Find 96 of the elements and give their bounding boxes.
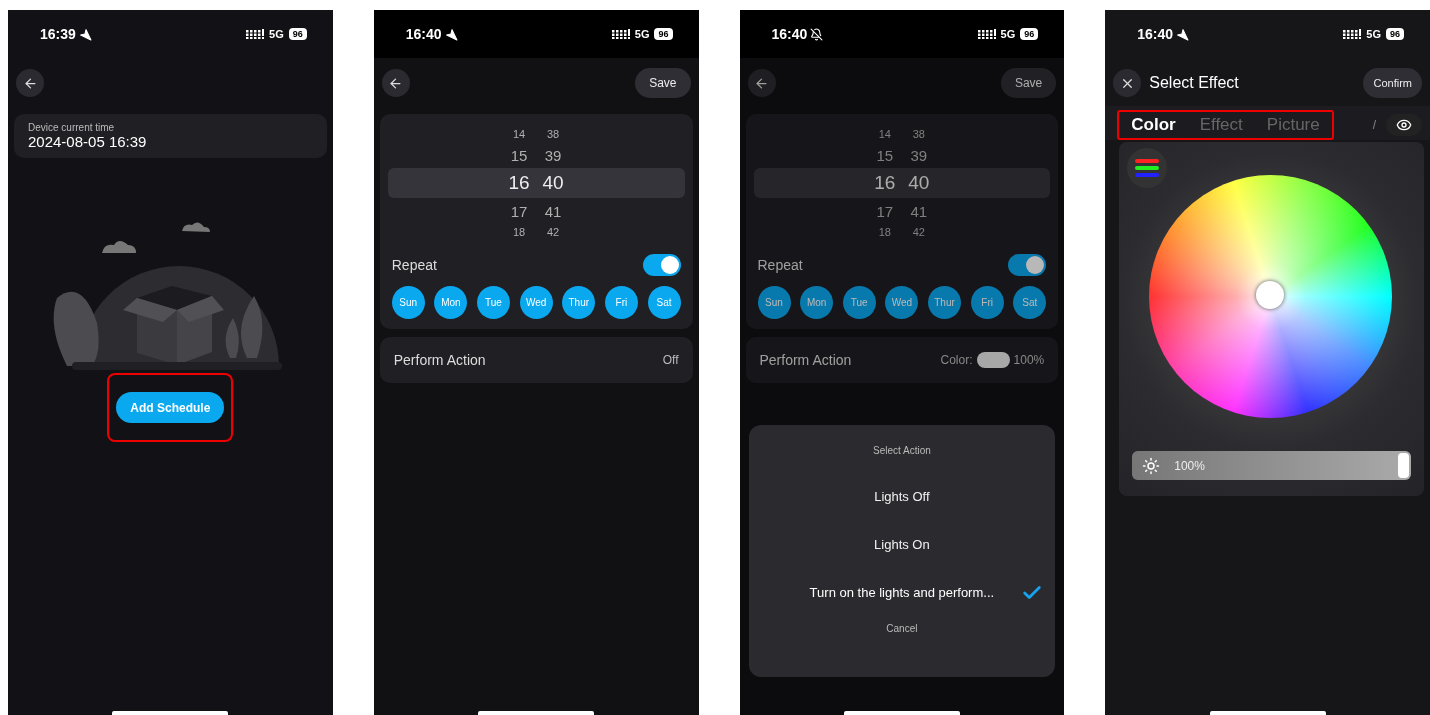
hour-option[interactable]: 14 xyxy=(873,128,896,140)
hour-option[interactable]: 18 xyxy=(508,226,531,238)
back-button[interactable] xyxy=(16,69,44,97)
action-option[interactable]: Lights Off xyxy=(748,472,1056,520)
device-time-label: Device current time xyxy=(28,122,116,133)
sheet-title: Select Action xyxy=(872,445,931,456)
hour-option[interactable]: 17 xyxy=(873,202,896,220)
color-picker-handle[interactable] xyxy=(1256,281,1285,309)
action-value: Off xyxy=(662,353,679,367)
rgb-mode-icon[interactable] xyxy=(1127,148,1168,188)
signal-icon xyxy=(611,29,630,39)
perform-action-label: Perform Action xyxy=(393,352,486,368)
hour-option[interactable]: 16 xyxy=(508,172,531,194)
location-arrow-icon xyxy=(444,27,458,41)
minute-option[interactable]: 39 xyxy=(907,146,930,164)
day-button[interactable]: Tue xyxy=(842,286,876,319)
battery-level: 96 xyxy=(654,28,673,40)
minute-option[interactable]: 39 xyxy=(542,146,565,164)
perform-action-row[interactable]: Perform Action Color: 100% xyxy=(745,337,1059,383)
day-button[interactable]: Sat xyxy=(1013,286,1047,319)
day-button[interactable]: Fri xyxy=(604,286,638,319)
status-time: 16:40 xyxy=(1137,26,1174,42)
network-label: 5G xyxy=(1000,28,1016,40)
brightness-slider[interactable]: 100% xyxy=(1132,451,1411,480)
signal-icon xyxy=(1343,29,1362,39)
day-button[interactable]: Sat xyxy=(647,286,681,319)
repeat-label: Repeat xyxy=(391,257,437,273)
cancel-button[interactable]: Cancel xyxy=(880,622,924,635)
day-button[interactable]: Mon xyxy=(434,286,468,319)
device-time-value: 2024-08-05 16:39 xyxy=(28,133,148,150)
minute-option[interactable]: 42 xyxy=(542,226,565,238)
minute-option[interactable]: 40 xyxy=(907,172,930,194)
status-time: 16:40 xyxy=(405,26,442,42)
hour-option[interactable]: 16 xyxy=(873,172,896,194)
effect-tab[interactable]: Effect xyxy=(1199,115,1243,135)
minute-option[interactable]: 40 xyxy=(542,172,565,194)
day-button[interactable]: Thur xyxy=(928,286,961,319)
repeat-label: Repeat xyxy=(757,257,803,273)
slider-thumb[interactable] xyxy=(1398,453,1409,478)
day-button[interactable]: Thur xyxy=(562,286,596,319)
action-option[interactable]: Lights On xyxy=(748,520,1056,568)
minute-option[interactable]: 42 xyxy=(907,226,930,238)
status-time: 16:39 xyxy=(40,26,76,42)
network-label: 5G xyxy=(1366,28,1381,40)
time-picker[interactable]: 14 38 15 39 16 40 17 41 18 42 xyxy=(753,126,1051,240)
location-arrow-icon xyxy=(78,27,92,41)
day-button[interactable]: Sun xyxy=(391,286,425,319)
effect-tab[interactable]: Color xyxy=(1131,115,1176,135)
add-schedule-button[interactable]: Add Schedule xyxy=(116,392,225,423)
hour-option[interactable]: 17 xyxy=(508,202,531,220)
minute-option[interactable]: 38 xyxy=(907,128,930,140)
minute-option[interactable]: 38 xyxy=(542,128,565,140)
location-arrow-icon xyxy=(1176,27,1190,41)
back-button[interactable] xyxy=(747,69,776,97)
hour-option[interactable]: 14 xyxy=(508,128,531,140)
confirm-button[interactable]: Confirm xyxy=(1363,68,1422,98)
perform-action-row[interactable]: Perform Action Off xyxy=(379,337,693,383)
screen-title: Select Effect xyxy=(1149,74,1240,92)
hour-option[interactable]: 15 xyxy=(508,146,531,164)
save-button[interactable]: Save xyxy=(635,68,691,98)
signal-icon xyxy=(977,29,996,39)
close-button[interactable] xyxy=(1113,69,1142,97)
time-picker[interactable]: 14 38 15 39 16 40 17 41 18 42 xyxy=(387,126,685,240)
battery-level: 96 xyxy=(288,28,307,40)
effect-tab[interactable]: Picture xyxy=(1266,115,1320,135)
brightness-value: 100% xyxy=(1013,353,1045,367)
action-value: Color: xyxy=(940,353,973,367)
muted-bell-icon xyxy=(810,27,824,41)
day-button[interactable]: Mon xyxy=(800,286,834,319)
signal-icon xyxy=(246,29,265,39)
minute-option[interactable]: 41 xyxy=(907,202,930,220)
minute-option[interactable]: 41 xyxy=(542,202,565,220)
network-label: 5G xyxy=(269,28,284,40)
day-button[interactable]: Sun xyxy=(757,286,791,319)
battery-level: 96 xyxy=(1386,28,1404,40)
hour-option[interactable]: 15 xyxy=(873,146,896,164)
brightness-value: 100% xyxy=(1174,458,1205,473)
save-button[interactable]: Save xyxy=(1000,68,1057,98)
repeat-toggle[interactable] xyxy=(642,254,681,276)
perform-action-label: Perform Action xyxy=(759,352,852,368)
cut-tab-label[interactable]: / xyxy=(1372,118,1376,132)
repeat-toggle[interactable] xyxy=(1008,254,1047,276)
hour-option[interactable]: 18 xyxy=(873,226,896,238)
battery-level: 96 xyxy=(1020,28,1039,40)
back-arrow-icon xyxy=(22,75,38,91)
action-option[interactable]: Turn on the lights and perform... xyxy=(748,568,1056,616)
day-button[interactable]: Tue xyxy=(477,286,510,319)
color-swatch xyxy=(976,352,1010,368)
eye-icon[interactable] xyxy=(1386,114,1422,136)
status-time: 16:40 xyxy=(771,26,808,42)
day-button[interactable]: Wed xyxy=(519,286,553,319)
network-label: 5G xyxy=(634,28,650,40)
back-button[interactable] xyxy=(381,69,410,97)
day-button[interactable]: Wed xyxy=(885,286,919,319)
day-button[interactable]: Fri xyxy=(970,286,1004,319)
brightness-icon xyxy=(1142,456,1161,475)
